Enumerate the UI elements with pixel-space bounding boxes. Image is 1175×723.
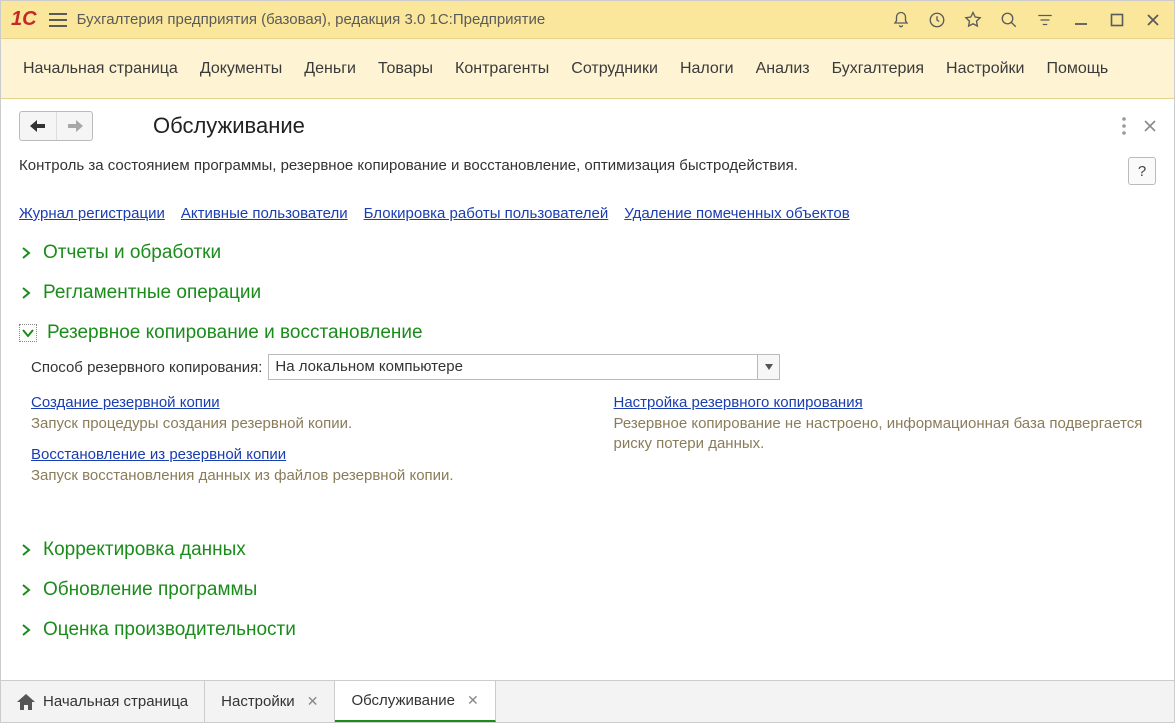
menu-analysis[interactable]: Анализ (756, 60, 810, 78)
search-icon[interactable] (998, 9, 1020, 31)
page-toolbar: Обслуживание (1, 99, 1174, 147)
dropdown-button[interactable] (757, 355, 779, 379)
section-performance[interactable]: Оценка производительности (19, 619, 1156, 641)
home-icon (17, 694, 35, 710)
main-menu: Начальная страница Документы Деньги Това… (1, 39, 1174, 99)
tab-home-label: Начальная страница (43, 693, 188, 710)
page-title: Обслуживание (153, 113, 305, 139)
restore-backup-desc: Запуск восстановления данных из файлов р… (31, 466, 574, 486)
top-links: Журнал регистрации Активные пользователи… (19, 205, 1156, 222)
history-icon[interactable] (926, 9, 948, 31)
link-delete-marked[interactable]: Удаление помеченных объектов (624, 205, 849, 222)
bottom-tabs: Начальная страница Настройки ✕ Обслужива… (1, 680, 1174, 722)
nav-back-button[interactable] (20, 112, 56, 140)
menu-help[interactable]: Помощь (1046, 60, 1108, 78)
menu-counterparties[interactable]: Контрагенты (455, 60, 549, 78)
chevron-right-icon (19, 246, 33, 260)
section-update[interactable]: Обновление программы (19, 579, 1156, 601)
chevron-right-icon (19, 623, 33, 637)
nav-buttons (19, 111, 93, 141)
chevron-right-icon (19, 583, 33, 597)
menu-accounting[interactable]: Бухгалтерия (832, 60, 924, 78)
backup-method-value: На локальном компьютере (269, 355, 757, 379)
close-tab-icon[interactable]: ✕ (307, 693, 319, 710)
settings-lines-icon[interactable] (1034, 9, 1056, 31)
maximize-icon[interactable] (1106, 9, 1128, 31)
section-correction-title: Корректировка данных (43, 539, 246, 561)
section-backup[interactable]: Резервное копирование и восстановление (19, 322, 1156, 344)
tab-service-label: Обслуживание (351, 692, 455, 709)
backup-method-label: Способ резервного копирования: (31, 359, 262, 376)
titlebar-controls (890, 9, 1164, 31)
link-backup-settings[interactable]: Настройка резервного копирования (614, 394, 863, 411)
menu-settings[interactable]: Настройки (946, 60, 1024, 78)
section-reports[interactable]: Отчеты и обработки (19, 242, 1156, 264)
page-description: Контроль за состоянием программы, резерв… (19, 157, 1118, 174)
link-create-backup[interactable]: Создание резервной копии (31, 394, 220, 411)
hamburger-icon[interactable] (49, 13, 67, 27)
chevron-right-icon (19, 543, 33, 557)
nav-forward-button[interactable] (56, 112, 92, 140)
chevron-down-icon (19, 324, 37, 342)
close-tab-icon[interactable]: ✕ (467, 692, 479, 709)
menu-money[interactable]: Деньги (304, 60, 356, 78)
section-reglament[interactable]: Регламентные операции (19, 282, 1156, 304)
menu-goods[interactable]: Товары (378, 60, 433, 78)
minimize-icon[interactable] (1070, 9, 1092, 31)
app-logo: 1C (11, 8, 37, 31)
window-title: Бухгалтерия предприятия (базовая), редак… (77, 11, 890, 28)
link-restore-backup[interactable]: Восстановление из резервной копии (31, 446, 286, 463)
create-backup-desc: Запуск процедуры создания резервной копи… (31, 414, 574, 434)
section-update-title: Обновление программы (43, 579, 257, 601)
close-icon[interactable] (1142, 9, 1164, 31)
bell-icon[interactable] (890, 9, 912, 31)
titlebar: 1C Бухгалтерия предприятия (базовая), ре… (1, 1, 1174, 39)
kebab-icon[interactable] (1122, 117, 1126, 135)
section-reglament-title: Регламентные операции (43, 282, 261, 304)
menu-taxes[interactable]: Налоги (680, 60, 734, 78)
section-backup-title: Резервное копирование и восстановление (47, 322, 423, 344)
link-block-users[interactable]: Блокировка работы пользователей (364, 205, 609, 222)
menu-documents[interactable]: Документы (200, 60, 282, 78)
link-event-log[interactable]: Журнал регистрации (19, 205, 165, 222)
menu-home[interactable]: Начальная страница (23, 60, 178, 78)
tab-settings-label: Настройки (221, 693, 295, 710)
section-correction[interactable]: Корректировка данных (19, 539, 1156, 561)
menu-employees[interactable]: Сотрудники (571, 60, 658, 78)
link-active-users[interactable]: Активные пользователи (181, 205, 348, 222)
backup-settings-desc: Резервное копирование не настроено, инфо… (614, 414, 1157, 455)
star-icon[interactable] (962, 9, 984, 31)
section-performance-title: Оценка производительности (43, 619, 296, 641)
tab-home[interactable]: Начальная страница (1, 681, 205, 722)
close-page-icon[interactable] (1144, 120, 1156, 132)
backup-method-select[interactable]: На локальном компьютере (268, 354, 780, 380)
tab-settings[interactable]: Настройки ✕ (205, 681, 335, 722)
content-area: Контроль за состоянием программы, резерв… (1, 147, 1174, 680)
help-button[interactable]: ? (1128, 157, 1156, 185)
chevron-right-icon (19, 286, 33, 300)
tab-service[interactable]: Обслуживание ✕ (335, 681, 495, 722)
section-reports-title: Отчеты и обработки (43, 242, 221, 264)
